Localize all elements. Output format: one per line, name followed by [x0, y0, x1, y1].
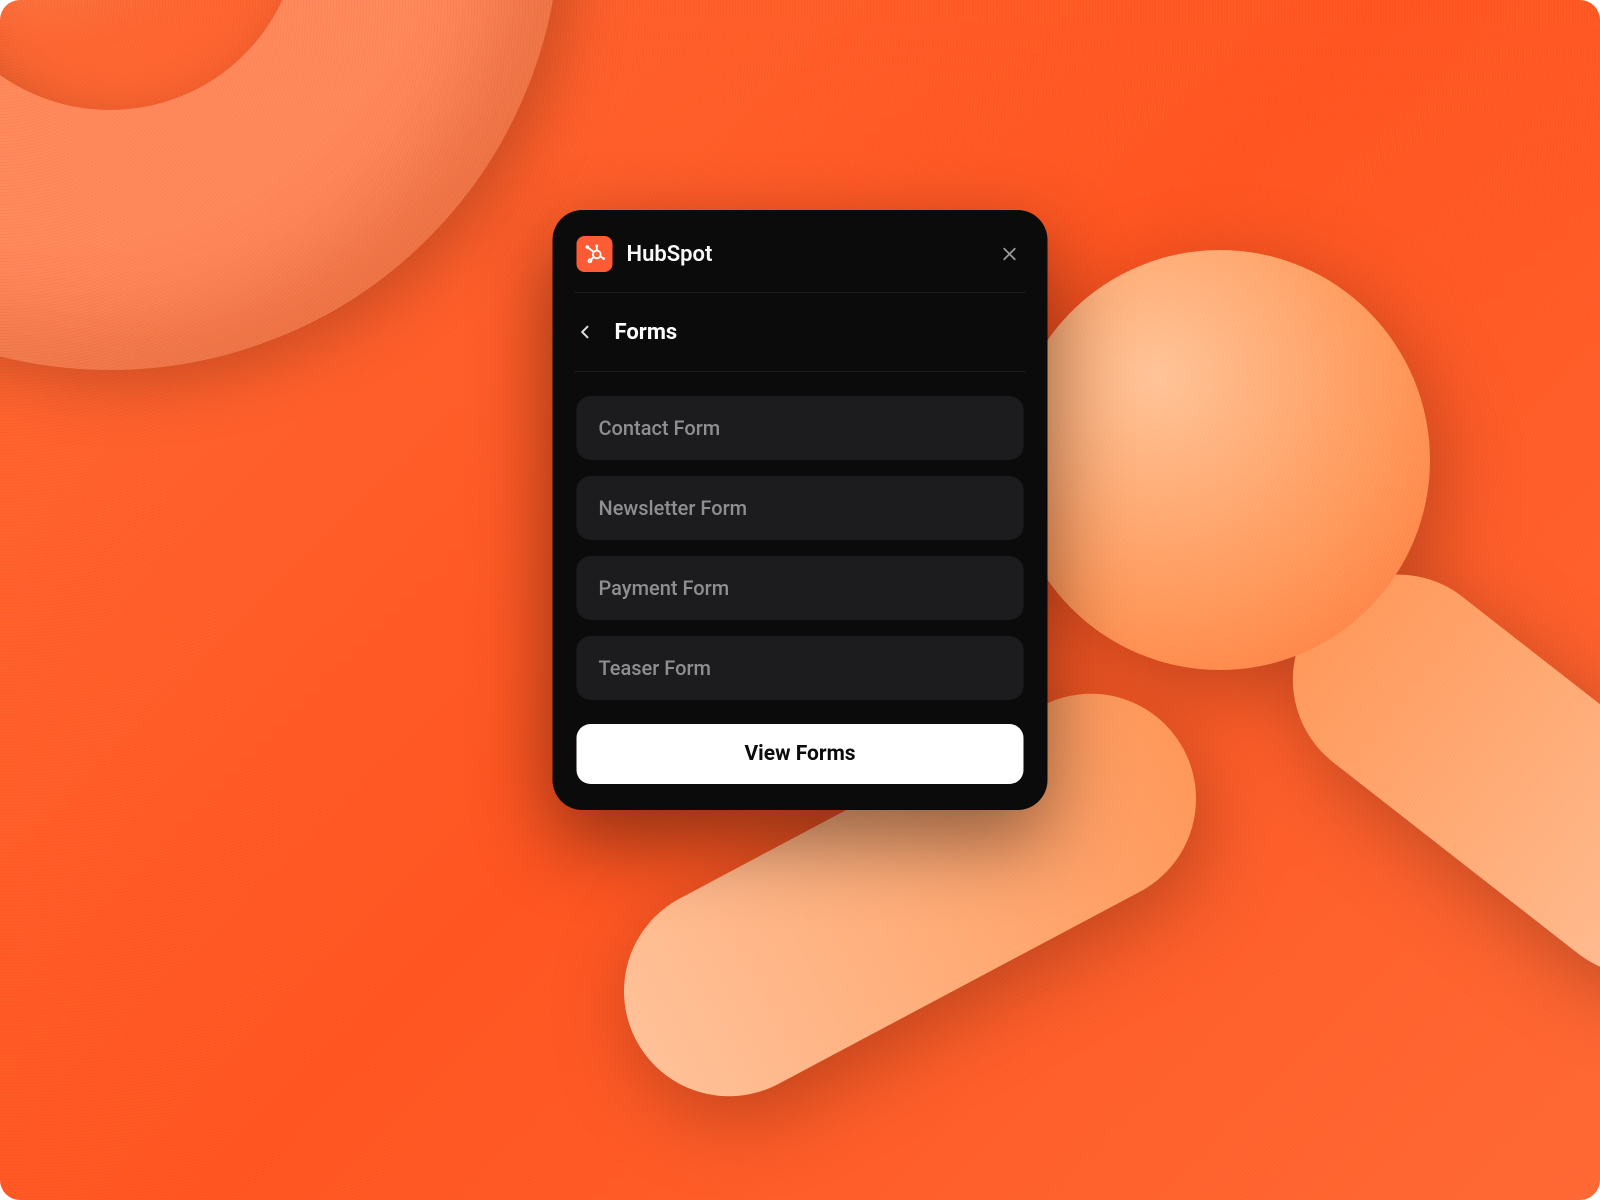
chevron-left-icon	[578, 324, 594, 340]
back-button[interactable]	[573, 319, 599, 345]
primary-button-label: View Forms	[744, 742, 855, 766]
form-item-label: Payment Form	[599, 576, 730, 600]
form-item-contact[interactable]: Contact Form	[577, 396, 1024, 460]
form-item-teaser[interactable]: Teaser Form	[577, 636, 1024, 700]
form-item-label: Teaser Form	[599, 656, 711, 680]
section-title: Forms	[615, 320, 678, 345]
form-items: Contact Form Newsletter Form Payment For…	[577, 372, 1024, 784]
view-forms-button[interactable]: View Forms	[577, 724, 1024, 784]
hubspot-sprocket-icon	[577, 236, 613, 272]
decorative-torus	[0, 0, 560, 370]
panel-header: HubSpot	[577, 234, 1024, 292]
brand-title: HubSpot	[627, 242, 982, 267]
close-icon	[1001, 245, 1019, 263]
form-item-label: Newsletter Form	[599, 496, 748, 520]
form-item-newsletter[interactable]: Newsletter Form	[577, 476, 1024, 540]
hubspot-panel: HubSpot Forms Contact Form Newsletter Fo…	[553, 210, 1048, 810]
close-button[interactable]	[996, 240, 1024, 268]
form-item-label: Contact Form	[599, 416, 721, 440]
section-header: Forms	[577, 293, 1024, 371]
form-item-payment[interactable]: Payment Form	[577, 556, 1024, 620]
